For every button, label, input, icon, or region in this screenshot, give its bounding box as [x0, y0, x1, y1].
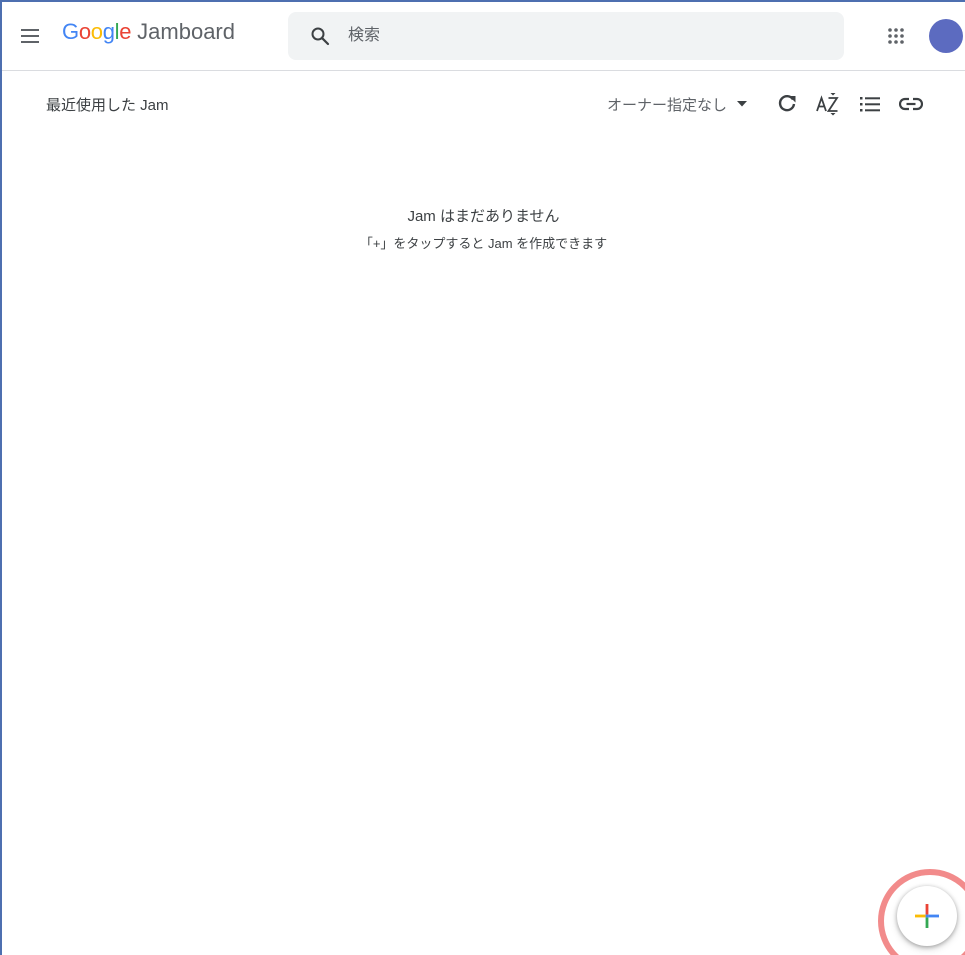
google-jamboard-logo[interactable]: Google Jamboard [62, 19, 235, 53]
owner-filter-label: オーナー指定なし [607, 96, 728, 114]
plus-icon [915, 904, 939, 928]
sort-button[interactable] [815, 91, 841, 117]
search-input[interactable] [346, 26, 830, 46]
search-icon[interactable] [308, 24, 332, 48]
empty-state-hint: 「+」をタップすると Jam を作成できます [359, 236, 608, 251]
copy-link-button[interactable] [898, 91, 924, 117]
hamburger-menu-icon [21, 29, 39, 43]
sort-az-icon [816, 93, 839, 116]
list-view-icon [860, 97, 880, 112]
new-jam-button[interactable] [897, 886, 957, 946]
google-apps-button[interactable] [882, 22, 910, 50]
refresh-button[interactable] [774, 91, 800, 117]
list-view-button[interactable] [857, 91, 883, 117]
empty-state: Jam はまだありません 「+」をタップすると Jam を作成できます [2, 206, 965, 254]
recent-jams-heading: 最近使用した Jam [46, 97, 169, 114]
link-icon [899, 97, 923, 111]
refresh-icon [778, 95, 796, 112]
app-header: Google Jamboard [2, 2, 965, 71]
apps-grid-icon [888, 28, 904, 44]
dropdown-caret-icon [737, 101, 748, 107]
product-name: Jamboard [137, 19, 235, 44]
main-menu-button[interactable] [16, 22, 44, 50]
owner-filter-dropdown[interactable]: オーナー指定なし [607, 92, 748, 116]
empty-state-title: Jam はまだありません [407, 208, 560, 225]
search-bar[interactable] [288, 12, 844, 60]
account-avatar[interactable] [929, 19, 963, 53]
app-frame: Google Jamboard 最近使用した [0, 0, 965, 955]
google-wordmark: Google [62, 19, 132, 44]
